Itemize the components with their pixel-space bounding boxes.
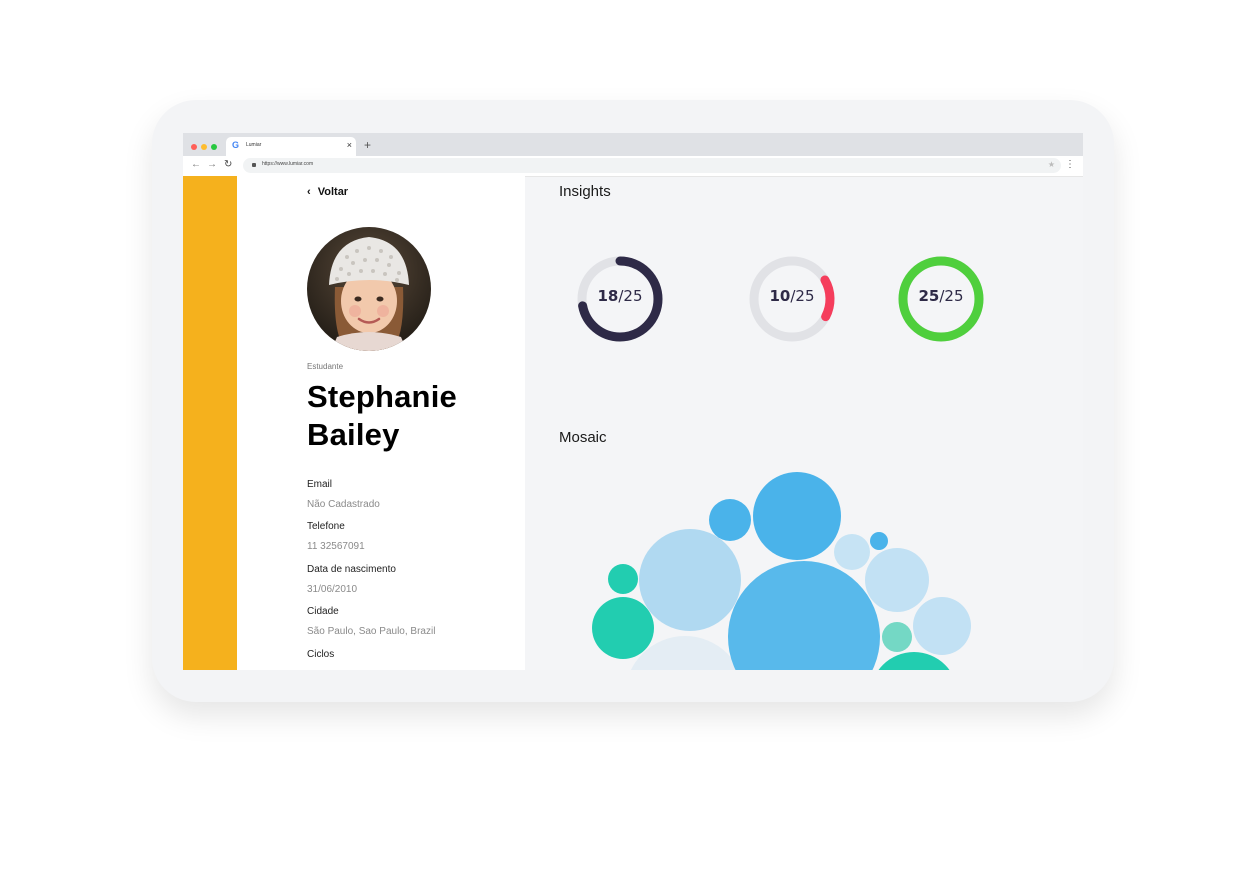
maximize-window-dot[interactable] (211, 144, 217, 150)
sidebar (183, 176, 237, 670)
email-value: Não Cadastrado (307, 499, 380, 510)
mosaic-bubble (882, 622, 912, 652)
back-link[interactable]: ‹ Voltar (307, 186, 348, 198)
mosaic-bubble-chart (592, 472, 971, 670)
mosaic-bubble (870, 532, 888, 550)
chevron-left-icon: ‹ (307, 186, 311, 198)
mosaic-bubble (608, 564, 638, 594)
tab-close-icon[interactable]: × (347, 140, 352, 150)
mosaic-bubble (639, 529, 741, 631)
role-label: Estudante (307, 362, 344, 371)
avatar-photo (307, 227, 431, 351)
phone-value: 11 32567091 (307, 541, 365, 552)
close-window-dot[interactable] (191, 144, 197, 150)
city-value: São Paulo, Sao Paulo, Brazil (307, 626, 436, 637)
ring-value: 18 (597, 287, 619, 305)
mosaic-bubble (913, 597, 971, 655)
mosaic-bubble (834, 534, 870, 570)
browser-tab[interactable]: G Lumiar × (226, 137, 356, 156)
back-arrow-icon[interactable]: ← (191, 159, 201, 171)
new-tab-button[interactable]: + (364, 138, 371, 152)
city-label: Cidade (307, 606, 339, 617)
profile-panel: ‹ Voltar Estudante Stephanie Bailey Emai… (237, 176, 525, 670)
insights-panel: Insights 18/25 10/25 25/25 Mosaic (525, 176, 1083, 670)
ring-total: /25 (939, 287, 964, 305)
reload-icon[interactable]: ↻ (224, 159, 232, 171)
insight-ring: 10/25 (747, 254, 837, 344)
phone-label: Telefone (307, 521, 345, 532)
browser-address-bar: ← → ↻ https://www.lumiar.com ★ ⋮ (183, 156, 1083, 177)
ring-value: 10 (769, 287, 791, 305)
email-label: Email (307, 479, 333, 490)
browser-window: G Lumiar × + ← → ↻ https://www.lumiar.co… (183, 133, 1083, 670)
cycles-label: Ciclos (307, 649, 335, 660)
ring-total: /25 (618, 287, 643, 305)
google-favicon-icon: G (232, 140, 240, 150)
insights-title: Insights (559, 183, 611, 200)
birthdate-value: 31/06/2010 (307, 584, 358, 595)
birthdate-label: Data de nascimento (307, 564, 396, 575)
mosaic-bubble (753, 472, 841, 560)
mosaic-bubble (865, 548, 929, 612)
avatar (307, 227, 431, 351)
tab-title: Lumiar (246, 142, 262, 148)
ring-total: /25 (790, 287, 815, 305)
star-icon[interactable]: ★ (1048, 160, 1055, 169)
insight-ring: 25/25 (896, 254, 986, 344)
browser-tab-bar: G Lumiar × + (183, 133, 1083, 156)
insight-ring: 18/25 (575, 254, 665, 344)
ring-value: 25 (918, 287, 940, 305)
lock-icon (252, 163, 256, 167)
mosaic-title: Mosaic (559, 429, 607, 446)
url-input[interactable]: https://www.lumiar.com ★ (243, 158, 1061, 173)
mosaic-bubble (709, 499, 751, 541)
mosaic-bubble (592, 597, 654, 659)
minimize-window-dot[interactable] (201, 144, 207, 150)
url-text: https://www.lumiar.com (262, 161, 314, 167)
student-name: Stephanie Bailey (307, 379, 457, 452)
back-label: Voltar (317, 186, 349, 198)
mosaic-bubble (728, 561, 880, 670)
forward-arrow-icon[interactable]: → (207, 159, 217, 171)
kebab-menu-icon[interactable]: ⋮ (1065, 159, 1075, 171)
